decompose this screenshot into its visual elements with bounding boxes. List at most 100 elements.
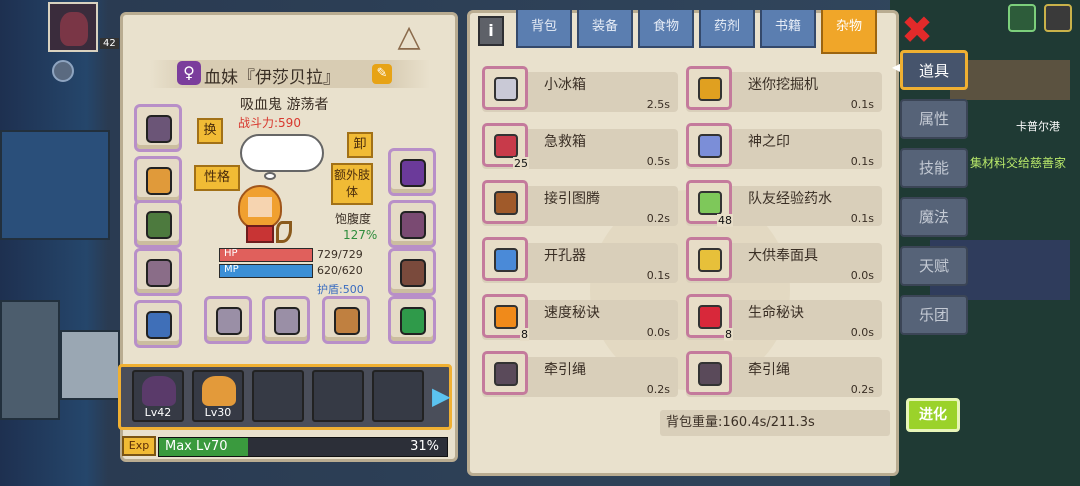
item-icon[interactable] — [482, 180, 528, 224]
inventory-tab[interactable]: 背包 — [516, 10, 572, 48]
exp-percent: 31% — [410, 439, 439, 454]
hp-value: 729/729 — [317, 248, 363, 261]
item-count: 25 — [513, 157, 529, 170]
team-member-level: Lv30 — [204, 406, 232, 419]
combat-power: 战斗力:590 — [238, 116, 301, 130]
thought-bubble-tail — [264, 172, 276, 180]
evolve-button[interactable]: 进化 — [906, 398, 960, 432]
close-icon[interactable]: ✖ — [900, 11, 934, 49]
equipment-slot[interactable] — [134, 200, 182, 248]
empty-team-slot[interactable] — [312, 370, 364, 422]
item-weight: 0.0s — [850, 269, 874, 282]
team-member-card[interactable]: Lv30 — [192, 370, 244, 422]
quest-text: 集材料交给慈善家 — [970, 156, 1067, 170]
gauntlet-slot-icon — [400, 159, 426, 187]
settings-gear-icon[interactable] — [52, 60, 74, 82]
item-name: 迷你挖掘机 — [748, 77, 818, 93]
equipment-slot[interactable] — [322, 296, 370, 344]
side-menu-tab[interactable]: 属性 — [900, 99, 968, 139]
equipment-slot[interactable] — [134, 300, 182, 348]
item-icon[interactable]: 8 — [686, 294, 733, 341]
equipment-slot[interactable] — [134, 104, 182, 152]
side-menu-tab[interactable]: 天赋 — [900, 246, 968, 286]
item-icon[interactable] — [482, 237, 528, 281]
edit-name-icon[interactable]: ✎ — [372, 64, 392, 84]
item-name: 急救箱 — [544, 134, 586, 150]
item-picture — [698, 248, 722, 272]
item-picture — [698, 191, 722, 215]
mp-value: 620/620 — [317, 264, 363, 277]
unequip-button[interactable]: 卸 — [347, 132, 373, 158]
inventory-tab[interactable]: 杂物 — [821, 10, 877, 54]
item-name: 牵引绳 — [748, 362, 790, 378]
item-weight: 2.5s — [646, 98, 670, 111]
item-picture — [494, 362, 518, 386]
item-picture — [494, 134, 518, 158]
empty-team-slot[interactable] — [372, 370, 424, 422]
expand-icon[interactable] — [1044, 4, 1072, 32]
boots-slot-icon — [400, 259, 426, 287]
item-weight: 0.0s — [850, 326, 874, 339]
swap-button[interactable]: 换 — [197, 118, 223, 144]
exp-level-label: Max Lv70 — [165, 439, 228, 454]
helmet-slot-icon — [146, 115, 172, 143]
satiety-label: 饱腹度 — [335, 212, 372, 226]
item-name: 神之印 — [748, 134, 790, 150]
info-icon[interactable]: i — [478, 16, 504, 46]
hanger-icon[interactable]: △ — [385, 18, 433, 56]
side-menu-tab[interactable]: 魔法 — [900, 197, 968, 237]
equipment-slot[interactable] — [388, 248, 436, 296]
team-member-level: Lv42 — [144, 406, 172, 419]
item-name: 大供奉面具 — [748, 248, 818, 264]
side-menu-tab[interactable]: 技能 — [900, 148, 968, 188]
team-member-card[interactable]: Lv42 — [132, 370, 184, 422]
equipment-slot[interactable] — [388, 296, 436, 344]
belt-slot-icon — [146, 311, 172, 339]
inventory-tab[interactable]: 书籍 — [760, 10, 816, 48]
equipment-slot[interactable] — [134, 156, 182, 204]
armor-slot-icon — [146, 259, 172, 287]
player-avatar[interactable] — [48, 2, 98, 52]
item-picture — [698, 305, 722, 329]
item-icon[interactable] — [686, 66, 732, 110]
item-picture — [698, 134, 722, 158]
item-weight: 0.1s — [646, 269, 670, 282]
item-picture — [494, 305, 518, 329]
item-icon[interactable]: 48 — [686, 180, 733, 227]
shield-value: 护盾:500 — [317, 283, 364, 296]
side-menu-tab[interactable]: 道具 — [900, 50, 968, 90]
item-icon[interactable] — [686, 123, 732, 167]
amulet-slot-icon — [400, 211, 426, 239]
world-map-icon[interactable] — [1008, 4, 1036, 32]
item-count: 8 — [724, 328, 733, 341]
item-icon[interactable] — [482, 351, 528, 395]
bow-slot-icon — [334, 307, 360, 335]
item-icon[interactable] — [686, 351, 732, 395]
inventory-tab[interactable]: 装备 — [577, 10, 633, 48]
exp-row: Exp Max Lv70 31% — [122, 436, 448, 458]
equipment-slot[interactable] — [134, 248, 182, 296]
equipment-slot[interactable] — [204, 296, 252, 344]
item-picture — [494, 191, 518, 215]
team-next-arrow-icon[interactable]: ▶ — [432, 381, 452, 411]
inventory-tab[interactable]: 食物 — [638, 10, 694, 48]
port-label: 卡普尔港 — [1016, 120, 1060, 133]
equipment-slot[interactable] — [388, 148, 436, 196]
mp-label: MP — [224, 264, 239, 275]
equipment-slot[interactable] — [262, 296, 310, 344]
team-member-portrait — [202, 376, 236, 406]
item-icon[interactable] — [482, 66, 528, 110]
equipment-slot[interactable] — [388, 200, 436, 248]
item-weight: 0.0s — [646, 326, 670, 339]
item-name: 队友经验药水 — [748, 191, 832, 207]
exp-bar: Max Lv70 31% — [158, 437, 448, 457]
inventory-tab[interactable]: 药剂 — [699, 10, 755, 48]
character-name: 血妹『伊莎贝拉』 — [204, 68, 340, 88]
item-icon[interactable] — [686, 237, 732, 281]
side-menu-tab[interactable]: 乐团 — [900, 295, 968, 335]
extra-limb-button[interactable]: 额外肢体 — [331, 163, 373, 205]
empty-team-slot[interactable] — [252, 370, 304, 422]
item-count: 8 — [520, 328, 529, 341]
item-icon[interactable]: 8 — [482, 294, 529, 341]
item-icon[interactable]: 25 — [482, 123, 529, 170]
